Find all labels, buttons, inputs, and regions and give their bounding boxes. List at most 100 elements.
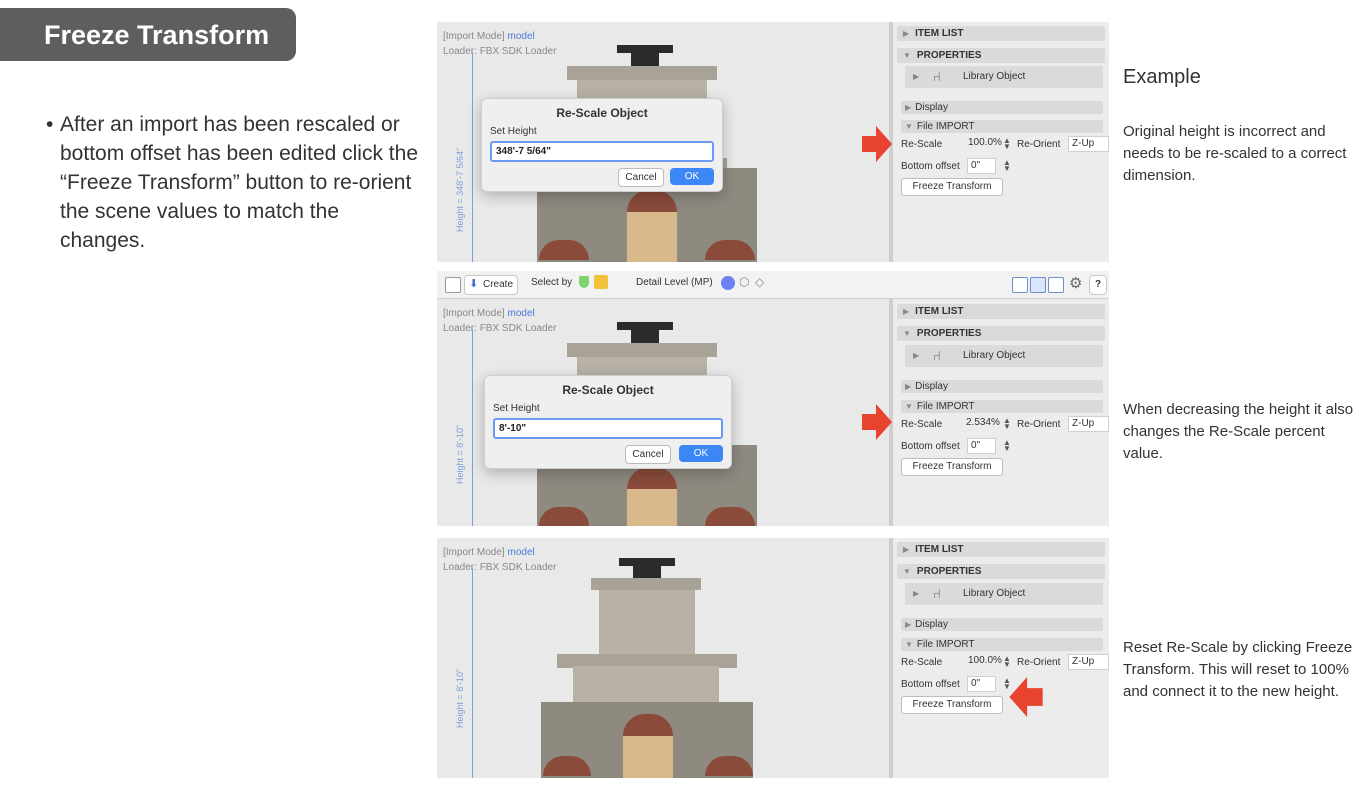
properties-header[interactable]: ▼ PROPERTIES — [897, 564, 1105, 579]
properties-sidepanel: ▶ ITEM LIST ▼ PROPERTIES ▶ ⑁ Library Object… — [895, 22, 1109, 262]
rescale-value[interactable]: 100.0% — [965, 654, 1002, 668]
instruction-bullet: • After an import has been rescaled or b… — [46, 110, 430, 255]
rescale-stepper[interactable]: ▲ ▼ — [1003, 137, 1011, 151]
chair-icon: ⑁ — [933, 348, 941, 363]
rescale-dialog: Re-Scale Object Set Height 348'-7 5/64" … — [481, 98, 723, 192]
file-import-section[interactable]: ▼ File IMPORT — [901, 120, 1103, 133]
help-button[interactable]: ? — [1089, 275, 1107, 295]
toolbar: ⬇ Create Select by Detail Level (MP) ⬡ ◇… — [437, 271, 1109, 299]
red-arrow-icon — [1009, 677, 1044, 717]
gear-icon[interactable]: ⚙ — [1069, 274, 1082, 292]
viewport[interactable]: [Import Mode] model Loader: FBX SDK Load… — [437, 299, 889, 526]
rescale-label: Re-Scale — [901, 657, 943, 668]
reorient-label: Re-Orient — [1017, 419, 1061, 430]
item-list-header[interactable]: ▶ ITEM LIST — [897, 542, 1105, 557]
bullet-dot: • — [46, 113, 54, 136]
screenshot-1: [Import Mode] model Loader: FBX SDK Load… — [437, 22, 1109, 262]
layout-single-icon[interactable] — [1012, 277, 1028, 293]
chair-icon: ⑁ — [933, 586, 941, 601]
library-object-row[interactable]: ▶ ⑁ Library Object — [905, 345, 1103, 367]
rescale-label: Re-Scale — [901, 419, 943, 430]
ok-button[interactable]: OK — [679, 445, 723, 462]
properties-sidepanel: ▶ ITEM LIST ▼ PROPERTIES ▶ ⑁ Library Object… — [895, 538, 1109, 778]
panel-divider[interactable] — [889, 538, 893, 778]
reorient-select[interactable]: Z-Up — [1068, 654, 1109, 670]
freeze-transform-button[interactable]: Freeze Transform — [901, 696, 1003, 714]
display-section[interactable]: ▶ Display — [901, 618, 1103, 631]
import-mode-label: [Import Mode] model — [443, 31, 535, 42]
download-icon: ⬇ — [469, 278, 479, 290]
height-guide-line — [472, 568, 473, 778]
note-original-height: Original height is incorrect and needs t… — [1123, 123, 1347, 184]
bottom-offset-field[interactable]: 0" — [967, 676, 996, 692]
layout-grid-icon[interactable] — [1048, 277, 1064, 293]
freeze-transform-button[interactable]: Freeze Transform — [901, 458, 1003, 476]
create-button[interactable]: ⬇ Create — [464, 275, 518, 295]
item-list-header[interactable]: ▶ ITEM LIST — [897, 304, 1105, 319]
diamond-icon[interactable]: ◇ — [755, 275, 764, 289]
library-object-row[interactable]: ▶ ⑁ Library Object — [905, 583, 1103, 605]
height-guide-label: Height = 8'-10" — [455, 424, 465, 484]
section-title: Freeze Transform — [44, 20, 270, 50]
rescale-stepper[interactable]: ▲ ▼ — [1003, 417, 1011, 431]
set-height-label: Set Height — [493, 403, 540, 414]
section-title-tab: Freeze Transform — [0, 8, 296, 61]
globe-icon[interactable] — [721, 276, 735, 290]
viewport[interactable]: [Import Mode] model Loader: FBX SDK Load… — [437, 538, 889, 778]
bottom-offset-stepper[interactable]: ▲ ▼ — [1003, 159, 1011, 173]
bottom-offset-field[interactable]: 0" — [967, 158, 996, 174]
set-height-input[interactable]: 8'-10" — [493, 418, 723, 439]
note-reset-rescale: Reset Re-Scale by clicking Freeze Transf… — [1123, 639, 1353, 700]
display-section[interactable]: ▶ Display — [901, 380, 1103, 393]
properties-sidepanel: ▶ ITEM LIST ▼ PROPERTIES ▶ ⑁ Library Object… — [895, 299, 1109, 526]
rescale-label: Re-Scale — [901, 139, 943, 150]
rescale-value[interactable]: 2.534% — [963, 416, 1002, 430]
file-import-section[interactable]: ▼ File IMPORT — [901, 638, 1103, 651]
detail-level-label: Detail Level (MP) — [636, 277, 713, 288]
rescale-stepper[interactable]: ▲ ▼ — [1003, 655, 1011, 669]
example-heading: Example — [1123, 66, 1201, 88]
cancel-button[interactable]: Cancel — [625, 445, 671, 464]
reorient-select[interactable]: Z-Up — [1068, 416, 1109, 432]
ok-button[interactable]: OK — [670, 168, 714, 185]
note-decreasing-height: When decreasing the height it also chang… — [1123, 401, 1354, 462]
height-guide-line — [472, 52, 473, 262]
import-mode-label: [Import Mode] model — [443, 308, 535, 319]
instruction-text: After an import has been rescaled or bot… — [60, 113, 419, 252]
reorient-label: Re-Orient — [1017, 657, 1061, 668]
item-list-header[interactable]: ▶ ITEM LIST — [897, 26, 1105, 41]
height-guide-line — [472, 329, 473, 526]
red-arrow-icon — [862, 126, 892, 162]
set-height-label: Set Height — [490, 126, 537, 137]
library-object-row[interactable]: ▶ ⑁ Library Object — [905, 66, 1103, 88]
select-by-label: Select by — [531, 277, 573, 288]
display-section[interactable]: ▶ Display — [901, 101, 1103, 114]
chair-icon: ⑁ — [933, 69, 941, 84]
dialog-title: Re-Scale Object — [562, 383, 654, 397]
reorient-label: Re-Orient — [1017, 139, 1061, 150]
bottom-offset-label: Bottom offset — [901, 441, 960, 452]
properties-header[interactable]: ▼ PROPERTIES — [897, 326, 1105, 341]
layout-split-icon[interactable] — [1030, 277, 1046, 293]
import-mode-label: [Import Mode] model — [443, 547, 535, 558]
rescale-dialog: Re-Scale Object Set Height 8'-10" Cancel… — [484, 375, 732, 469]
dialog-title: Re-Scale Object — [556, 106, 648, 120]
height-guide-label: Height = 8'-10" — [455, 668, 465, 728]
freeze-transform-button[interactable]: Freeze Transform — [901, 178, 1003, 196]
select-mode-icon[interactable] — [594, 275, 608, 289]
bottom-offset-field[interactable]: 0" — [967, 438, 996, 454]
reorient-select[interactable]: Z-Up — [1068, 136, 1109, 152]
fireplace-model — [527, 556, 767, 778]
bottom-offset-label: Bottom offset — [901, 161, 960, 172]
bottom-offset-label: Bottom offset — [901, 679, 960, 690]
rescale-value[interactable]: 100.0% — [965, 136, 1002, 150]
set-height-input[interactable]: 348'-7 5/64" — [490, 141, 714, 162]
cancel-button[interactable]: Cancel — [618, 168, 664, 187]
properties-header[interactable]: ▼ PROPERTIES — [897, 48, 1105, 63]
cube-icon[interactable]: ⬡ — [739, 275, 749, 289]
shield-icon[interactable] — [579, 276, 589, 288]
viewport[interactable]: [Import Mode] model Loader: FBX SDK Load… — [437, 22, 889, 262]
bottom-offset-stepper[interactable]: ▲ ▼ — [1003, 439, 1011, 453]
list-icon[interactable] — [445, 277, 461, 293]
file-import-section[interactable]: ▼ File IMPORT — [901, 400, 1103, 413]
